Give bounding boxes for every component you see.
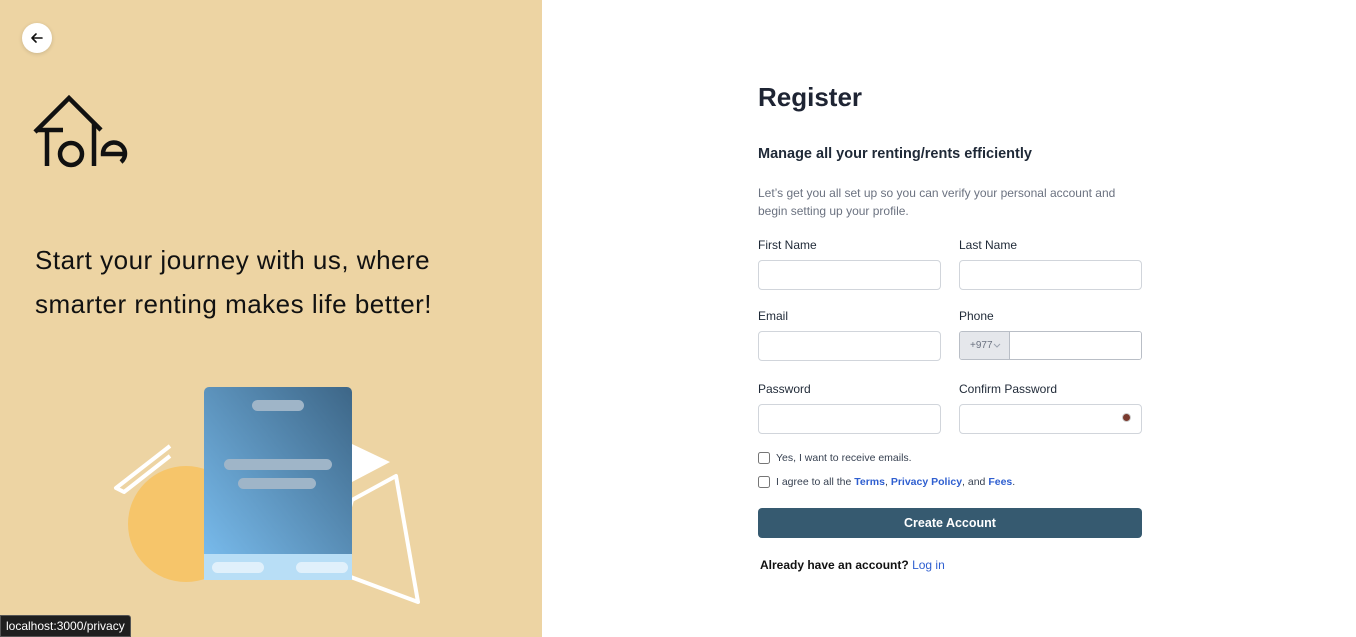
login-prompt: Already have an account? [760, 558, 909, 572]
confirm-password-field: Confirm Password [959, 381, 1142, 434]
password-label: Password [758, 382, 811, 396]
confirm-password-input[interactable] [959, 404, 1142, 434]
password-input[interactable] [758, 404, 941, 434]
eye-icon[interactable] [1123, 414, 1130, 421]
country-code-select[interactable]: +977 [960, 332, 1010, 359]
chevron-down-icon [993, 343, 1000, 348]
tagline: Start your journey with us, where smarte… [35, 245, 433, 319]
receive-emails-checkbox[interactable] [758, 452, 770, 464]
phone-input-group: +977 [959, 331, 1142, 360]
agree-terms-end: . [1012, 476, 1016, 488]
first-name-label: First Name [758, 238, 817, 252]
form-intro: Let’s get you all set up so you can veri… [758, 186, 1116, 218]
brand-logo [33, 94, 133, 170]
arrow-left-icon [31, 33, 43, 43]
confirm-password-label: Confirm Password [959, 382, 1058, 396]
password-row: Password Confirm Password [758, 381, 1142, 434]
phone-illustration [100, 380, 440, 620]
fees-link[interactable]: Fees [988, 476, 1012, 488]
receive-emails-label: Yes, I want to receive emails. [776, 452, 912, 464]
last-name-label: Last Name [959, 238, 1018, 252]
contact-row: Email Phone +977 [758, 308, 1142, 361]
last-name-input[interactable] [959, 260, 1142, 290]
confirm-password-wrap [959, 404, 1142, 434]
register-form: Register Manage all your renting/rents e… [758, 80, 1142, 572]
privacy-policy-link[interactable]: Privacy Policy [891, 476, 962, 488]
phone-field: Phone +977 [959, 308, 1142, 361]
first-name-input[interactable] [758, 260, 941, 290]
agree-terms-and: , and [962, 476, 986, 488]
first-name-field: First Name [758, 237, 941, 290]
page-title: Register [758, 82, 863, 112]
country-code-value: +977 [970, 340, 993, 351]
agree-terms-row: I agree to all the Terms, Privacy Policy… [758, 475, 1142, 489]
email-field: Email [758, 308, 941, 361]
password-field: Password [758, 381, 941, 434]
form-subtitle: Manage all your renting/rents efficientl… [758, 146, 1032, 162]
name-row: First Name Last Name [758, 237, 1142, 290]
terms-link[interactable]: Terms [854, 476, 885, 488]
left-panel: Start your journey with us, where smarte… [0, 0, 542, 637]
phone-input[interactable] [1009, 332, 1141, 359]
login-prompt-row: Already have an account? Log in [758, 558, 1142, 572]
login-link[interactable]: Log in [912, 558, 945, 572]
agree-terms-checkbox[interactable] [758, 476, 770, 488]
receive-emails-row: Yes, I want to receive emails. [758, 451, 1142, 465]
phone-label: Phone [959, 309, 994, 323]
agree-terms-prefix: I agree to all the [776, 476, 852, 488]
last-name-field: Last Name [959, 237, 1142, 290]
agree-terms-comma: , [884, 476, 888, 488]
back-button[interactable] [22, 23, 52, 53]
status-bar-url: localhost:3000/privacy [0, 615, 131, 637]
agree-terms-label: I agree to all the Terms, Privacy Policy… [776, 476, 1015, 488]
email-label: Email [758, 309, 789, 323]
email-input[interactable] [758, 331, 941, 361]
create-account-button[interactable]: Create Account [758, 508, 1142, 538]
